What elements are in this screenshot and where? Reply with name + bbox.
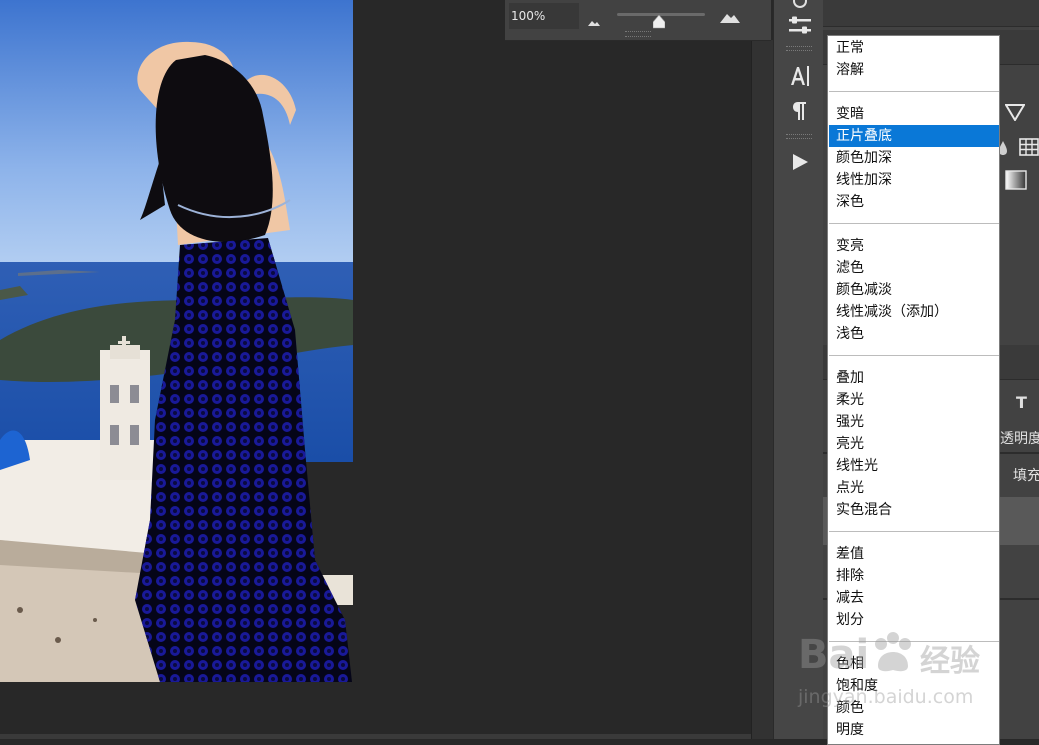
navigator-zoom-bar: 100% — [505, 0, 771, 41]
menu-separator — [829, 641, 999, 642]
photo-woman-in-blue-dress — [0, 0, 353, 682]
menu-separator — [829, 355, 999, 356]
menu-separator — [829, 91, 999, 92]
paragraph-icon[interactable] — [786, 98, 814, 124]
blend-mode-item[interactable]: 强光 — [829, 411, 999, 433]
character-panel-icon[interactable] — [786, 63, 814, 89]
tool-separator — [786, 134, 812, 135]
blend-mode-item[interactable]: 差值 — [829, 543, 999, 565]
fill-label: 填充 — [1013, 468, 1039, 484]
blend-mode-item[interactable]: 明度 — [829, 719, 999, 741]
blend-mode-item[interactable]: 线性光 — [829, 455, 999, 477]
blend-mode-item[interactable]: 颜色加深 — [829, 147, 999, 169]
document-canvas[interactable] — [0, 0, 751, 739]
gradient-icon[interactable] — [1005, 170, 1027, 190]
play-action-icon[interactable] — [786, 149, 814, 175]
zoom-slider-thumb[interactable] — [652, 14, 666, 33]
blend-mode-item[interactable]: 颜色 — [829, 697, 999, 719]
blend-mode-item[interactable]: 溶解 — [829, 59, 999, 81]
blend-mode-item[interactable]: 亮光 — [829, 433, 999, 455]
blend-mode-item[interactable]: 点光 — [829, 477, 999, 499]
blend-mode-item[interactable]: 颜色减淡 — [829, 279, 999, 301]
history-icon[interactable] — [786, 0, 814, 14]
blend-mode-item[interactable]: 正常 — [829, 37, 999, 59]
menu-separator — [829, 531, 999, 532]
adjustments-icon[interactable] — [786, 13, 814, 39]
vertical-scrollbar[interactable] — [751, 40, 774, 739]
blend-mode-item[interactable]: 柔光 — [829, 389, 999, 411]
blend-mode-item[interactable]: 色相 — [829, 653, 999, 675]
zoom-out-icon[interactable] — [587, 12, 601, 31]
panel-tab-bar[interactable] — [823, 0, 1039, 27]
tool-separator — [786, 50, 812, 51]
type-layer-filter-icon[interactable]: T — [1016, 393, 1027, 412]
blend-mode-item[interactable]: 减去 — [829, 587, 999, 609]
zoom-value-field[interactable]: 100% — [509, 3, 579, 29]
blend-mode-item[interactable]: 实色混合 — [829, 499, 999, 521]
blend-mode-item[interactable]: 线性减淡（添加） — [829, 301, 999, 323]
tool-separator — [786, 138, 812, 139]
blend-mode-item[interactable]: 深色 — [829, 191, 999, 213]
blend-mode-item[interactable]: 划分 — [829, 609, 999, 631]
zoom-in-icon[interactable] — [719, 9, 741, 28]
blend-mode-item[interactable]: 线性加深 — [829, 169, 999, 191]
blend-mode-item[interactable]: 变暗 — [829, 103, 999, 125]
menu-separator — [829, 223, 999, 224]
blend-mode-item[interactable]: 饱和度 — [829, 675, 999, 697]
collapsed-panel-strip — [773, 0, 825, 739]
blend-mode-item[interactable]: 变亮 — [829, 235, 999, 257]
triangle-down-icon[interactable] — [1005, 103, 1025, 121]
tool-separator — [786, 46, 812, 47]
opacity-label: 透明度 — [1000, 431, 1039, 447]
blend-mode-item[interactable]: 滤色 — [829, 257, 999, 279]
blend-mode-item[interactable]: 排除 — [829, 565, 999, 587]
panel-resize-grip[interactable] — [625, 31, 651, 37]
blend-mode-item[interactable]: 浅色 — [829, 323, 999, 345]
grid-icon[interactable] — [1019, 138, 1039, 156]
blend-mode-item[interactable]: 正片叠底 — [829, 125, 999, 147]
horizontal-scrollbar[interactable] — [0, 734, 773, 739]
blend-mode-dropdown[interactable]: 正常 溶解变暗 正片叠底 颜色加深 线性加深 深色变亮 滤色 颜色减淡 线性减淡（添加） 浅色叠加… — [827, 35, 1000, 745]
blend-mode-item[interactable]: 叠加 — [829, 367, 999, 389]
